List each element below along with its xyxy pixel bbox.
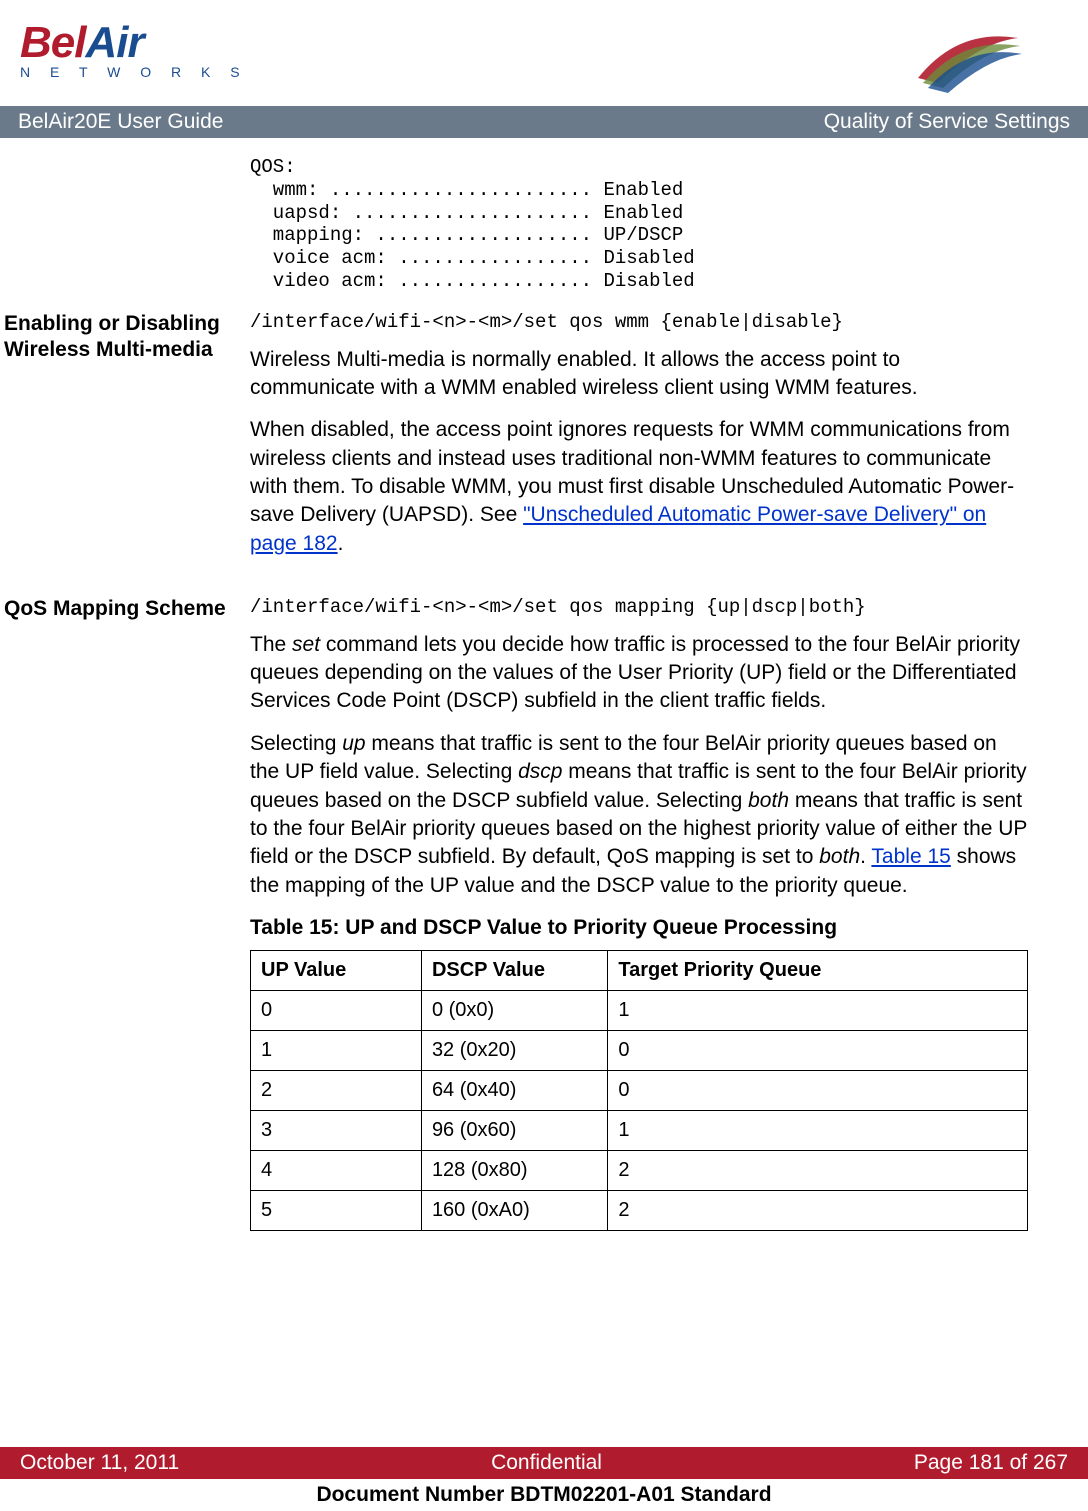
logo: BelAir N E T W O R K S [20, 18, 248, 80]
section-qos-mapping: QoS Mapping Scheme /interface/wifi-<n>-<… [0, 596, 1028, 1231]
th-queue: Target Priority Queue [608, 951, 1028, 991]
table-cell: 2 [608, 1151, 1028, 1191]
heading-qos-mapping: QoS Mapping Scheme [0, 596, 250, 1231]
table-cell: 0 [608, 1031, 1028, 1071]
title-bar: BelAir20E User Guide Quality of Service … [0, 106, 1088, 138]
logo-text: BelAir [20, 18, 248, 68]
wmm-body: /interface/wifi-<n>-<m>/set qos wmm {ena… [250, 311, 1028, 572]
footer-date: October 11, 2011 [20, 1451, 179, 1475]
qos-output: QOS: wmm: ....................... Enable… [250, 156, 1028, 293]
side-heading-empty [0, 156, 250, 305]
footer-page: Page 181 of 267 [914, 1451, 1068, 1475]
table-row: 4128 (0x80)2 [251, 1151, 1028, 1191]
table-cell: 3 [251, 1111, 422, 1151]
table-cell: 4 [251, 1151, 422, 1191]
wmm-para2: When disabled, the access point ignores … [250, 416, 1028, 558]
qos-mapping-para2: Selecting up means that traffic is sent … [250, 730, 1028, 900]
table-header-row: UP Value DSCP Value Target Priority Queu… [251, 951, 1028, 991]
heading-wmm: Enabling or Disabling Wireless Multi-med… [0, 311, 250, 572]
table-cell: 96 (0x60) [421, 1111, 607, 1151]
p1i1: set [292, 633, 320, 656]
section-title: Quality of Service Settings [824, 110, 1070, 134]
p1b: command lets you decide how traffic is p… [250, 633, 1020, 713]
table-cell: 0 [251, 991, 422, 1031]
table-cell: 2 [608, 1191, 1028, 1231]
table-row: 132 (0x20)0 [251, 1031, 1028, 1071]
table-cell: 0 [608, 1071, 1028, 1111]
wmm-para2-b: . [338, 532, 344, 555]
wmm-cmd: /interface/wifi-<n>-<m>/set qos wmm {ena… [250, 311, 1028, 334]
table-cell: 160 (0xA0) [421, 1191, 607, 1231]
th-up: UP Value [251, 951, 422, 991]
swoosh-icon [908, 18, 1028, 98]
footer-bar: October 11, 2011 Confidential Page 181 o… [0, 1447, 1088, 1479]
dscp-table: UP Value DSCP Value Target Priority Queu… [250, 950, 1028, 1231]
table-cell: 32 (0x20) [421, 1031, 607, 1071]
logo-bel: Bel [20, 18, 85, 67]
th-dscp: DSCP Value [421, 951, 607, 991]
wmm-para1: Wireless Multi-media is normally enabled… [250, 346, 1028, 403]
p2e: . [860, 845, 871, 868]
logo-air: Air [85, 18, 143, 67]
qos-mapping-body: /interface/wifi-<n>-<m>/set qos mapping … [250, 596, 1028, 1231]
qos-output-row: QOS: wmm: ....................... Enable… [0, 156, 1028, 305]
table-row: 00 (0x0)1 [251, 991, 1028, 1031]
p1a: The [250, 633, 292, 656]
table15-link[interactable]: Table 15 [871, 845, 950, 868]
p2i3: both [748, 789, 789, 812]
content-area: QOS: wmm: ....................... Enable… [0, 138, 1088, 1231]
qos-output-col: QOS: wmm: ....................... Enable… [250, 156, 1028, 305]
table-cell: 128 (0x80) [421, 1151, 607, 1191]
p2i4: both [819, 845, 860, 868]
table-cell: 2 [251, 1071, 422, 1111]
table-cell: 1 [608, 991, 1028, 1031]
table-cell: 64 (0x40) [421, 1071, 607, 1111]
p2a: Selecting [250, 732, 342, 755]
table-row: 396 (0x60)1 [251, 1111, 1028, 1151]
table-caption: Table 15: UP and DSCP Value to Priority … [250, 914, 1028, 942]
guide-title: BelAir20E User Guide [18, 110, 223, 134]
table-cell: 5 [251, 1191, 422, 1231]
table-cell: 1 [608, 1111, 1028, 1151]
qos-mapping-cmd: /interface/wifi-<n>-<m>/set qos mapping … [250, 596, 1028, 619]
table-row: 5160 (0xA0)2 [251, 1191, 1028, 1231]
footer-conf: Confidential [491, 1451, 602, 1475]
table-cell: 1 [251, 1031, 422, 1071]
header: BelAir N E T W O R K S [0, 0, 1088, 106]
qos-mapping-para1: The set command lets you decide how traf… [250, 631, 1028, 716]
section-wmm: Enabling or Disabling Wireless Multi-med… [0, 311, 1028, 572]
p2i2: dscp [518, 760, 562, 783]
logo-networks: N E T W O R K S [20, 64, 248, 80]
table-cell: 0 (0x0) [421, 991, 607, 1031]
p2i1: up [342, 732, 365, 755]
doc-number: Document Number BDTM02201-A01 Standard [0, 1483, 1088, 1507]
table-row: 264 (0x40)0 [251, 1071, 1028, 1111]
